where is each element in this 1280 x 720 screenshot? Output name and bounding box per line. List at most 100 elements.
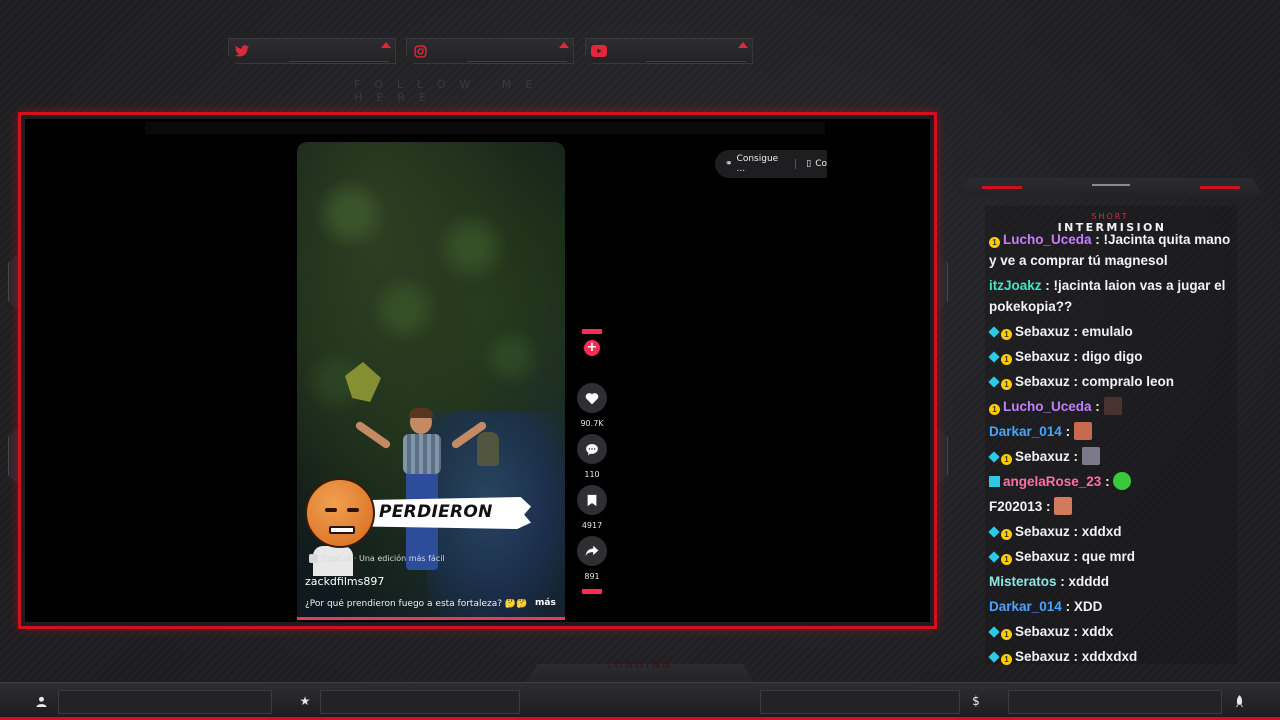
tiktok-video[interactable]: PERDIERON CapCut · Una edición más fácil…: [297, 142, 565, 620]
chat-username[interactable]: itzJoakz: [989, 278, 1042, 293]
chat-username[interactable]: Sebaxuz: [1015, 349, 1070, 364]
twitter-bar[interactable]: [228, 38, 396, 64]
follow-me-text: FOLLOW ME HERE: [354, 78, 547, 104]
like-button[interactable]: 90.7K: [577, 383, 607, 428]
video-small-figure: [477, 432, 499, 466]
more-link[interactable]: más: [535, 598, 556, 608]
video-progress-bar[interactable]: [297, 617, 565, 620]
save-count: 4917: [581, 521, 603, 530]
chat-username[interactable]: Lucho_Uceda: [1003, 399, 1092, 414]
gem-badge-icon: [988, 651, 1000, 663]
emoji-face-icon: [305, 478, 375, 548]
get-app-pill[interactable]: ⚭ Consigue ... ▯ Co: [715, 150, 827, 178]
chat-username[interactable]: Misteratos: [989, 574, 1057, 589]
instagram-bar[interactable]: [406, 38, 574, 64]
comment-icon: [577, 434, 607, 464]
chat-message: 1 Sebaxuz : compralo leon: [988, 371, 1239, 392]
gem-badge-icon: [988, 451, 1000, 463]
share-icon: [577, 536, 607, 566]
video-username[interactable]: zackdfilms897: [305, 575, 384, 588]
share-button[interactable]: 891: [577, 536, 607, 581]
capcut-tag[interactable]: CapCut · Una edición más fácil: [309, 554, 445, 563]
capcut-icon: [309, 554, 318, 563]
chat-title-small: SHORT: [1091, 212, 1129, 221]
chat-message: 1 Sebaxuz : xddxdxd: [988, 646, 1239, 667]
chat-text: : compralo leon: [1069, 374, 1175, 389]
expand-triangle-icon: [738, 42, 748, 48]
plus-icon: +: [584, 340, 600, 356]
save-button[interactable]: 4917: [577, 485, 607, 530]
chat-username[interactable]: Sebaxuz: [1015, 449, 1070, 464]
chat-message: itzJoakz : !jacinta laion vas a jugar el…: [989, 275, 1239, 317]
sub-badge-icon: 1: [1001, 629, 1012, 640]
chat-username[interactable]: Sebaxuz: [1015, 324, 1070, 339]
chat-username[interactable]: Sebaxuz: [1015, 524, 1070, 539]
chat-message: Darkar_014 :: [989, 421, 1239, 442]
device-icon: ▯: [806, 159, 812, 169]
app-icon: ⚭: [725, 159, 733, 169]
chat-text: : XDD: [1061, 599, 1103, 614]
chat-text: : xddx: [1069, 624, 1114, 639]
chat-username[interactable]: Sebaxuz: [1015, 649, 1070, 664]
chat-text: :: [1042, 499, 1055, 514]
comment-button[interactable]: 110: [577, 434, 607, 479]
chat-message: 1 Sebaxuz : emulalo: [988, 321, 1239, 342]
sub-badge-icon: 1: [1001, 529, 1012, 540]
chat-username[interactable]: angelaRose_23: [1003, 474, 1101, 489]
arrow-badge-icon: [989, 476, 1000, 487]
twitter-icon: [234, 43, 250, 59]
chat-message: 1 Sebaxuz : xddxd: [988, 521, 1239, 542]
rocket-icon: [1232, 694, 1246, 708]
sub-badge-icon: 1: [1001, 329, 1012, 340]
live-tag: [582, 329, 602, 334]
user-icon: [34, 694, 48, 708]
chat-username[interactable]: Darkar_014: [989, 424, 1062, 439]
gem-badge-icon: [988, 526, 1000, 538]
sub-badge-icon: 1: [1001, 654, 1012, 665]
expand-triangle-icon: [559, 42, 569, 48]
gem-badge-icon: [988, 551, 1000, 563]
expand-triangle-icon: [381, 42, 391, 48]
sub-badge-icon: 1: [989, 404, 1000, 415]
chat-username[interactable]: Sebaxuz: [1015, 374, 1070, 389]
chat-text: : xddxd: [1069, 524, 1122, 539]
accent-line: [646, 61, 746, 62]
chat-text: :: [1069, 449, 1082, 464]
comment-count: 110: [584, 470, 600, 479]
sub-badge-icon: 1: [1001, 379, 1012, 390]
chat-username[interactable]: Lucho_Uceda: [1003, 232, 1092, 247]
gem-badge-icon: [988, 626, 1000, 638]
chat-emote-icon: [1081, 447, 1100, 465]
chat-text: : que mrd: [1069, 549, 1136, 564]
follow-button[interactable]: +: [577, 329, 607, 356]
youtube-bar[interactable]: [585, 38, 753, 64]
sub-badge-icon: 1: [1001, 454, 1012, 465]
chat-header-bar: [960, 178, 1262, 196]
browser-top-strip: [145, 122, 825, 134]
chat-message: 1 Sebaxuz : que mrd: [988, 546, 1239, 567]
chat-message: 1 Sebaxuz : xddx: [988, 621, 1239, 642]
loading-text: LOADING: [606, 660, 674, 671]
stream-capture: PERDIERON CapCut · Una edición más fácil…: [25, 119, 930, 622]
bottom-seg-1: [58, 690, 272, 714]
chat-emote-icon: [1113, 472, 1132, 490]
like-count: 90.7K: [580, 419, 604, 428]
chat-username[interactable]: Sebaxuz: [1015, 549, 1070, 564]
dollar-icon: $: [972, 694, 980, 708]
chat-text: : digo digo: [1069, 349, 1143, 364]
capcut-label: CapCut · Una edición más fácil: [322, 554, 445, 563]
chat-message: 1 Sebaxuz :: [988, 446, 1239, 467]
chat-message: 1 Lucho_Uceda :: [989, 396, 1239, 417]
accent-line: [467, 61, 567, 62]
chat-username[interactable]: Sebaxuz: [1015, 624, 1070, 639]
share-count: 891: [584, 572, 600, 581]
chat-message: 1 Sebaxuz : digo digo: [988, 346, 1239, 367]
chat-text: :: [1061, 424, 1074, 439]
bottom-bar: ★ $: [0, 682, 1280, 720]
live-tag-bottom: [577, 589, 607, 600]
main-stream-frame: PERDIERON CapCut · Una edición más fácil…: [18, 112, 937, 629]
chat-username[interactable]: F202013: [989, 499, 1042, 514]
bottom-seg-2: [320, 690, 520, 714]
chat-username[interactable]: Darkar_014: [989, 599, 1062, 614]
chat-message: Darkar_014 : XDD: [989, 596, 1239, 617]
